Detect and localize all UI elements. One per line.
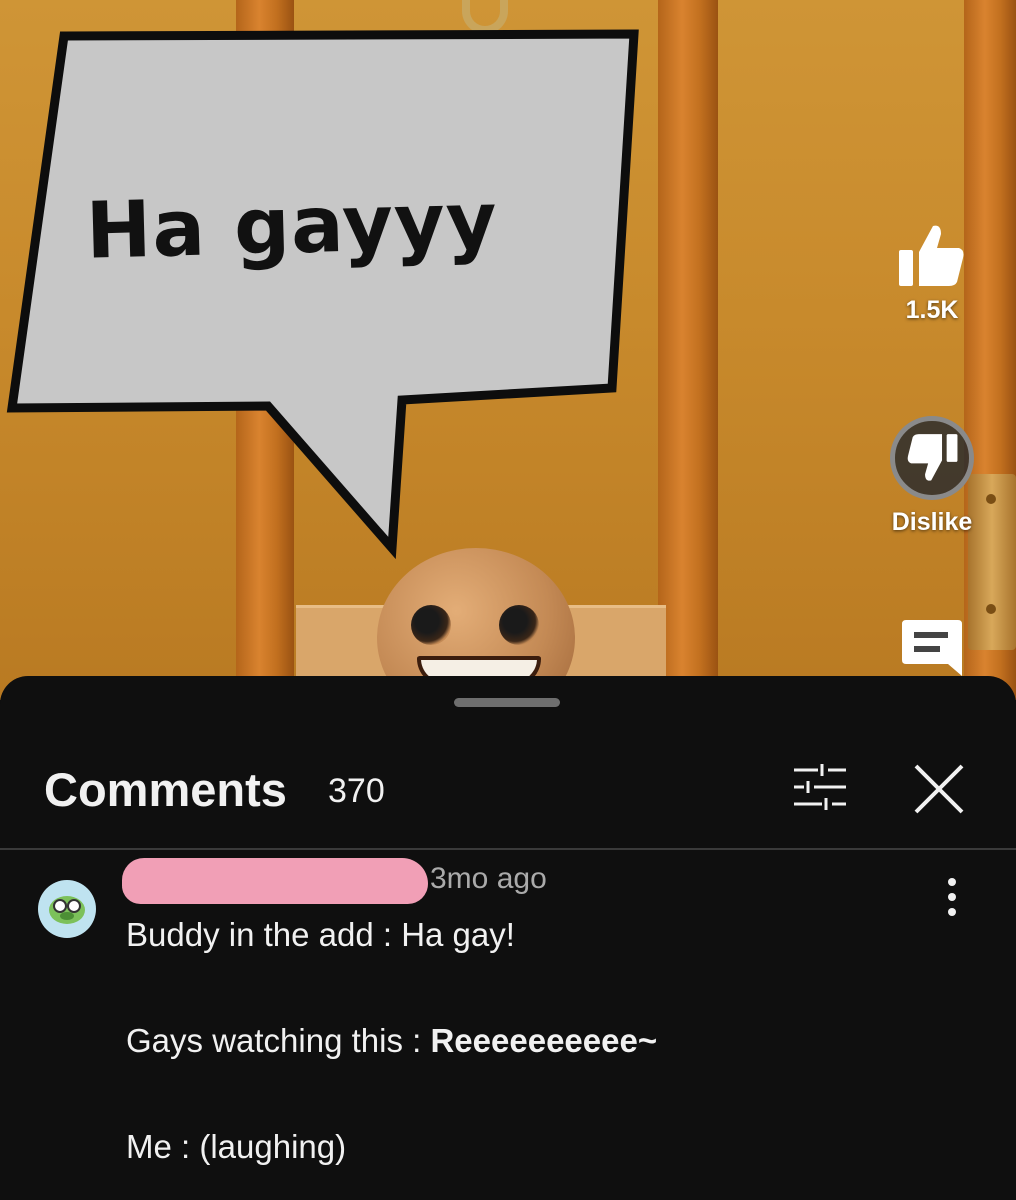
filter-icon xyxy=(794,764,846,810)
comment-line: Me : (laughing) xyxy=(126,1128,347,1165)
speech-bubble-text: Ha gayyy xyxy=(84,176,499,277)
comments-sheet: Comments 370 3mo ago Buddy in the add: … xyxy=(0,676,1016,1200)
dislike-label: Dislike xyxy=(891,508,973,536)
comments-button[interactable] xyxy=(876,616,988,678)
comment-timestamp: 3mo ago xyxy=(430,862,547,895)
thumbs-up-icon xyxy=(899,225,964,286)
video-player[interactable]: Ha gayyy 1.5K Dislike xyxy=(0,0,1016,700)
comment-bold-text: Reeeeeeeeee~ xyxy=(430,1022,658,1059)
sort-filter-button[interactable] xyxy=(792,762,848,812)
thumbs-down-icon xyxy=(907,434,958,481)
speech-bubble xyxy=(6,29,639,560)
buddy-eye-right xyxy=(499,605,539,645)
comment-line-text: Gays watching this : xyxy=(126,1022,431,1059)
comment-body: Buddy in the add : Ha gay! Gays watching… xyxy=(126,908,926,1173)
avatar-icon xyxy=(49,896,85,924)
comment-line xyxy=(126,961,926,1014)
door-frame-right xyxy=(658,0,718,700)
buddy-eye-left xyxy=(411,605,451,645)
comments-count: 370 xyxy=(328,772,385,810)
author-name-redaction xyxy=(122,858,428,904)
thumbs-down-circle xyxy=(890,416,974,500)
close-button[interactable] xyxy=(910,760,968,818)
comment-line: Buddy in the add : Ha gay! xyxy=(126,916,515,953)
close-icon xyxy=(914,764,964,814)
comment-item: 3mo ago Buddy in the add : Ha gay! Gays … xyxy=(0,850,1016,1200)
comments-title: Comments xyxy=(44,763,287,816)
like-count: 1.5K xyxy=(905,296,959,324)
like-button[interactable]: 1.5K xyxy=(876,222,988,325)
comment-line: Gays watching this : Reeeeeeeeee~ xyxy=(126,1014,926,1067)
avatar[interactable] xyxy=(38,880,96,938)
dislike-button[interactable]: Dislike xyxy=(876,416,988,537)
more-vert-icon xyxy=(948,878,956,916)
drag-handle[interactable] xyxy=(454,698,560,707)
comment-line xyxy=(126,1067,926,1120)
comment-icon xyxy=(902,620,962,676)
comment-options-button[interactable] xyxy=(932,872,972,922)
